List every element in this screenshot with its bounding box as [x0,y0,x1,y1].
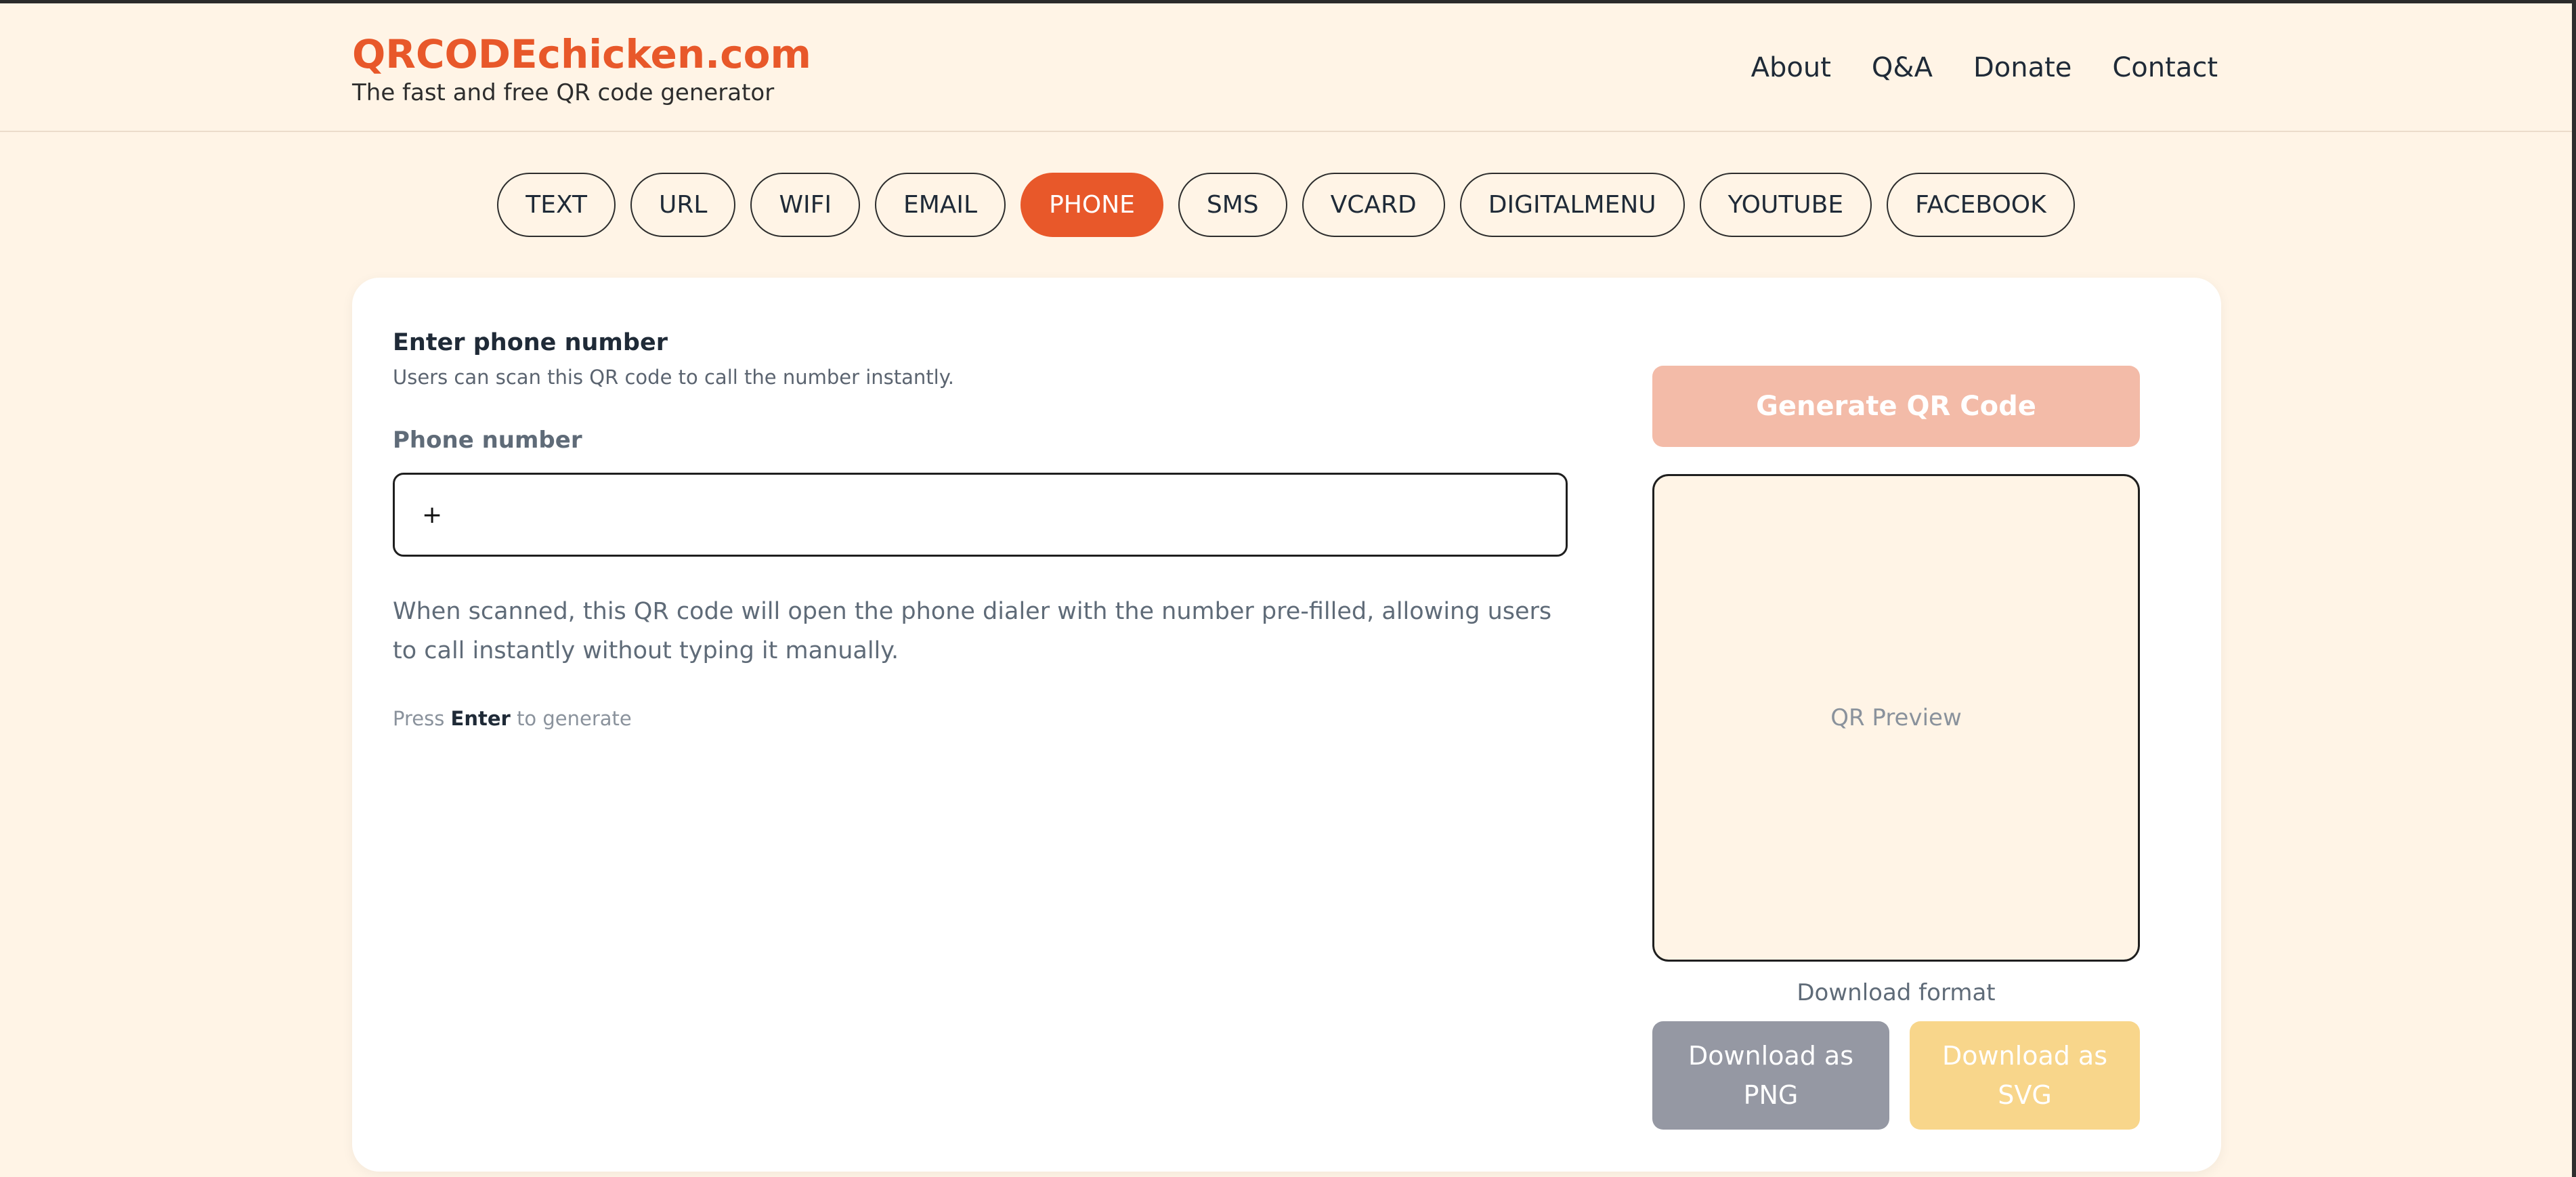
nav-contact[interactable]: Contact [2112,52,2218,83]
tab-text[interactable]: TEXT [497,173,616,237]
tab-digitalmenu[interactable]: DIGITALMENU [1459,173,1685,237]
hint-suffix: to generate [517,707,632,730]
download-buttons: Download as PNG Download as SVG [1652,1021,2140,1130]
generator-card: Enter phone number Users can scan this Q… [352,278,2221,1172]
form-title: Enter phone number [393,329,668,356]
brand[interactable]: QRCODEchicken.com The fast and free QR c… [352,29,811,106]
tab-sms[interactable]: SMS [1178,173,1287,237]
nav-donate[interactable]: Donate [1973,52,2071,83]
top-nav: About Q&A Donate Contact [1751,52,2218,83]
generate-qr-button[interactable]: Generate QR Code [1652,366,2140,447]
phone-form: Enter phone number Users can scan this Q… [393,318,1568,730]
tab-youtube[interactable]: YOUTUBE [1699,173,1872,237]
form-subtitle: Users can scan this QR code to call the … [393,366,954,389]
tab-facebook[interactable]: FACEBOOK [1887,173,2075,237]
qr-preview-panel: Generate QR Code QR Preview Download for… [1652,366,2140,1130]
hint-prefix: Press [393,707,445,730]
tab-email[interactable]: EMAIL [874,173,1006,237]
phone-number-label: Phone number [393,427,582,454]
tab-vcard[interactable]: VCARD [1302,173,1445,237]
tab-wifi[interactable]: WIFI [750,173,860,237]
hint-key: Enter [450,707,511,730]
brand-name[interactable]: QRCODEchicken.com [352,29,811,79]
qr-preview-box: QR Preview [1652,474,2140,962]
window-right-edge [2572,0,2576,1177]
nav-qa[interactable]: Q&A [1872,52,1933,83]
qr-preview-placeholder: QR Preview [1830,704,1962,731]
brand-tagline: The fast and free QR code generator [352,79,775,106]
tab-phone[interactable]: PHONE [1021,173,1163,237]
qr-type-tabs: TEXT URL WIFI EMAIL PHONE SMS VCARD DIGI… [0,173,2572,237]
nav-about[interactable]: About [1751,52,1831,83]
tab-url[interactable]: URL [630,173,736,237]
download-svg-button[interactable]: Download as SVG [1910,1021,2140,1130]
download-format-label: Download format [1797,979,1996,1006]
phone-number-input[interactable] [393,473,1568,557]
download-png-button[interactable]: Download as PNG [1652,1021,1889,1130]
help-text: When scanned, this QR code will open the… [393,598,1552,664]
site-header: QRCODEchicken.com The fast and free QR c… [0,3,2572,132]
enter-hint: Press Enter to generate [393,707,1568,730]
